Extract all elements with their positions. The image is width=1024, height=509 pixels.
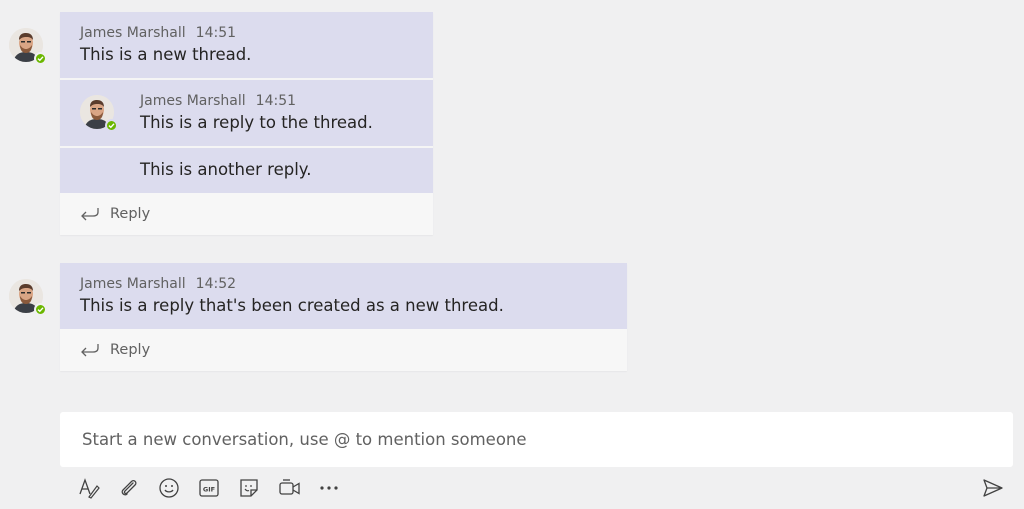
message-meta: James Marshall 14:51 <box>140 93 413 109</box>
presence-available-icon <box>34 52 47 65</box>
message-card: James Marshall 14:51 This is a new thread… <box>60 12 433 235</box>
presence-available-icon <box>105 119 118 132</box>
compose-toolbar: GIF <box>78 476 358 500</box>
presence-available-icon <box>34 303 47 316</box>
gif-label: GIF <box>203 486 215 494</box>
format-button[interactable] <box>78 476 118 500</box>
avatar[interactable] <box>9 28 47 65</box>
message-text: This is a reply that's been created as a… <box>80 296 504 315</box>
reply-label: Reply <box>110 206 151 222</box>
send-button[interactable] <box>982 478 1004 502</box>
avatar[interactable] <box>9 279 47 316</box>
author-name[interactable]: James Marshall <box>80 25 186 41</box>
timestamp: 14:51 <box>255 93 297 109</box>
author-name[interactable]: James Marshall <box>140 93 246 109</box>
message[interactable]: James Marshall 14:52 This is a reply that… <box>60 263 627 329</box>
message-card: James Marshall 14:52 This is a reply that… <box>60 263 627 371</box>
attach-button[interactable] <box>118 476 158 500</box>
message-meta: James Marshall 14:52 <box>80 276 607 292</box>
emoji-button[interactable] <box>158 476 198 500</box>
reply-arrow-icon <box>81 344 99 357</box>
meet-now-button[interactable] <box>278 476 318 500</box>
compose-box[interactable] <box>60 412 1013 467</box>
reply-message[interactable]: James Marshall 14:51 This is a reply to t… <box>60 80 433 146</box>
format-icon <box>79 478 100 499</box>
new-conversation-input[interactable] <box>80 429 993 450</box>
reply-button[interactable]: Reply <box>60 329 627 371</box>
reply-message[interactable]: This is another reply. <box>60 148 433 193</box>
message-text: This is a new thread. <box>80 45 252 64</box>
gif-button[interactable]: GIF <box>198 476 238 500</box>
send-icon <box>983 479 1003 497</box>
attach-icon <box>121 480 137 496</box>
gif-icon: GIF <box>199 479 219 497</box>
reply-arrow-icon <box>81 208 99 221</box>
message-text: This is a reply to the thread. <box>140 113 373 132</box>
more-options-icon <box>320 486 338 490</box>
sticker-icon <box>240 479 258 497</box>
more-options-button[interactable] <box>318 476 358 500</box>
sticker-button[interactable] <box>238 476 278 500</box>
meet-now-icon <box>279 479 300 495</box>
timestamp: 14:52 <box>195 276 237 292</box>
message-meta: James Marshall 14:51 <box>80 25 413 41</box>
reply-label: Reply <box>110 342 151 358</box>
reply-button[interactable]: Reply <box>60 193 433 235</box>
emoji-icon <box>159 478 179 498</box>
message-text: This is another reply. <box>140 160 312 179</box>
timestamp: 14:51 <box>195 25 237 41</box>
message[interactable]: James Marshall 14:51 This is a new thread… <box>60 12 433 78</box>
author-name[interactable]: James Marshall <box>80 276 186 292</box>
avatar[interactable] <box>80 95 118 132</box>
